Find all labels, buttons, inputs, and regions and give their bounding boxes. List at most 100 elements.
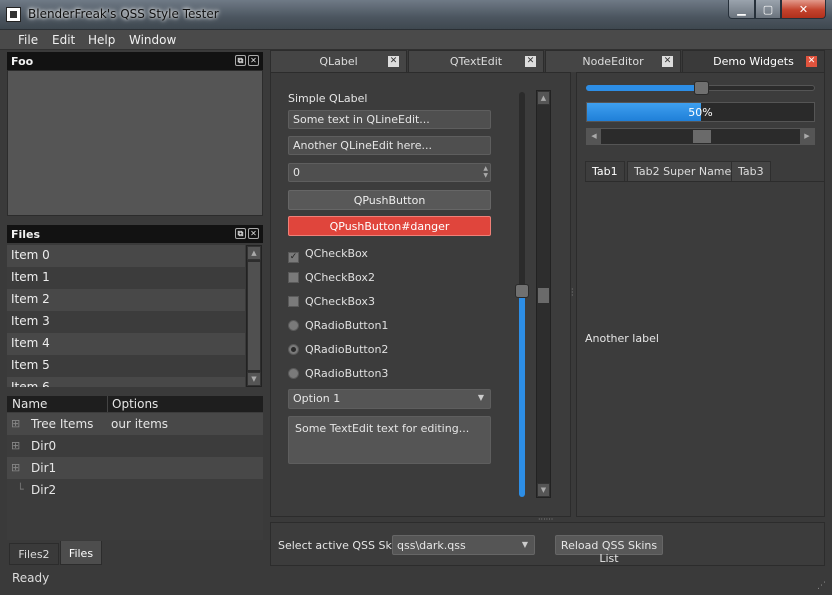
tree-item-name: Dir2 — [31, 483, 57, 497]
checkbox-icon[interactable] — [288, 272, 299, 283]
chevron-down-icon[interactable]: ▼ — [522, 540, 528, 549]
scroll-up-icon[interactable]: ▲ — [537, 91, 550, 105]
radio-3[interactable]: QRadioButton3 — [288, 367, 388, 380]
line-edit-1[interactable]: Some text in QLineEdit... — [288, 110, 491, 129]
menu-help[interactable]: Help — [88, 33, 115, 47]
subtab-tab1[interactable]: Tab1 — [585, 161, 625, 181]
splitter-handle-icon[interactable]: · · · — [571, 286, 574, 300]
checkbox-label: QCheckBox2 — [305, 271, 375, 284]
close-tab-icon[interactable]: ✕ — [525, 56, 536, 67]
checkbox-label: QCheckBox — [305, 247, 368, 260]
tab-nodeeditor[interactable]: NodeEditor ✕ — [545, 50, 681, 72]
tree-row[interactable]: ⊞ Tree Items our items — [7, 413, 263, 435]
subtab-tab3[interactable]: Tab3 — [731, 161, 771, 181]
radio-1[interactable]: QRadioButton1 — [288, 319, 388, 332]
tree-header: Name Options — [7, 396, 263, 412]
menu-window[interactable]: Window — [129, 33, 176, 47]
reload-skins-button[interactable]: Reload QSS Skins List — [555, 535, 663, 565]
checkbox-1[interactable]: ✓ QCheckBox — [288, 247, 368, 263]
tree-row[interactable]: ⊞ Dir1 — [7, 457, 263, 479]
maximize-icon: ▢ — [762, 2, 774, 16]
close-tab-icon[interactable]: ✕ — [662, 56, 673, 67]
maximize-button[interactable]: ▢ — [755, 0, 781, 19]
scroll-handle[interactable] — [693, 130, 711, 143]
app-icon[interactable] — [6, 7, 21, 22]
scroll-up-icon[interactable]: ▲ — [247, 246, 261, 260]
tab-files[interactable]: Files — [60, 541, 102, 565]
spinbox[interactable]: 0 ▲ ▼ — [288, 163, 491, 182]
radio-2[interactable]: QRadioButton2 — [288, 343, 388, 356]
menu-file[interactable]: File — [18, 33, 38, 47]
foo-dock-title[interactable]: Foo ⧉ ✕ — [7, 52, 263, 70]
push-button[interactable]: QPushButton — [288, 190, 491, 210]
horizontal-scrollbar[interactable]: ◀ ▶ — [586, 128, 815, 145]
vertical-slider-handle[interactable] — [515, 284, 529, 298]
title-bar[interactable]: BlenderFreak's QSS Style Tester ▁ ▢ ✕ — [0, 0, 832, 30]
chevron-down-icon[interactable]: ▼ — [478, 393, 484, 402]
radio-icon[interactable] — [288, 320, 299, 331]
combo-box[interactable]: Option 1 ▼ — [288, 389, 491, 409]
tab-qtextedit[interactable]: QTextEdit ✕ — [408, 50, 544, 72]
checkbox-checked-icon[interactable]: ✓ — [288, 252, 299, 263]
close-dock-icon[interactable]: ✕ — [248, 228, 259, 239]
tree-view[interactable]: Name Options ⊞ Tree Items our items ⊞ Di… — [7, 396, 263, 540]
scroll-handle[interactable] — [538, 288, 549, 303]
files-list[interactable]: Item 0 Item 1 Item 2 Item 3 Item 4 Item … — [7, 245, 245, 387]
tree-item-name: Dir0 — [31, 439, 57, 453]
radio-checked-icon[interactable] — [288, 344, 299, 355]
close-dock-icon[interactable]: ✕ — [248, 55, 259, 66]
line-edit-2[interactable]: Another QLineEdit here... — [288, 136, 491, 155]
list-item[interactable]: Item 3 — [7, 311, 245, 333]
tree-item-name: Tree Items — [31, 417, 94, 431]
status-text: Ready — [12, 571, 50, 585]
tab-files2[interactable]: Files2 — [9, 543, 59, 565]
list-item[interactable]: Item 2 — [7, 289, 245, 311]
tree-row[interactable]: └ Dir2 — [7, 479, 263, 501]
expand-icon[interactable]: ⊞ — [11, 439, 20, 452]
menu-edit[interactable]: Edit — [52, 33, 75, 47]
list-item[interactable]: Item 0 — [7, 245, 245, 267]
tab-demo-widgets[interactable]: Demo Widgets ✕ — [682, 50, 825, 72]
text-edit[interactable]: Some TextEdit text for editing... — [288, 416, 491, 464]
list-item[interactable]: Item 6 — [7, 377, 245, 387]
expand-icon[interactable]: ⊞ — [11, 461, 20, 474]
spin-arrows-icon[interactable]: ▲ ▼ — [483, 165, 488, 179]
list-item[interactable]: Item 1 — [7, 267, 245, 289]
scroll-right-icon[interactable]: ▶ — [800, 129, 814, 144]
scroll-down-icon[interactable]: ▼ — [537, 483, 550, 497]
danger-button[interactable]: QPushButton#danger — [288, 216, 491, 236]
tree-row[interactable]: ⊞ Dir0 — [7, 435, 263, 457]
scroll-handle[interactable] — [248, 262, 260, 370]
checkbox-2[interactable]: QCheckBox2 — [288, 271, 375, 284]
checkbox-icon[interactable] — [288, 296, 299, 307]
files-dock-title[interactable]: Files ⧉ ✕ — [7, 225, 263, 243]
close-tab-icon[interactable]: ✕ — [388, 56, 399, 67]
simple-qlabel: Simple QLabel — [288, 92, 368, 105]
skin-combo[interactable]: qss\dark.qss ▼ — [392, 535, 535, 555]
progress-text: 50% — [688, 106, 713, 119]
close-tab-icon[interactable]: ✕ — [806, 56, 817, 67]
files-scrollbar[interactable]: ▲ ▼ — [246, 245, 262, 387]
horizontal-slider-handle[interactable] — [694, 81, 709, 95]
spinbox-value: 0 — [293, 166, 300, 179]
close-button[interactable]: ✕ — [781, 0, 826, 19]
float-dock-icon[interactable]: ⧉ — [235, 228, 246, 239]
list-item[interactable]: Item 5 — [7, 355, 245, 377]
close-icon: ✕ — [798, 2, 809, 16]
radio-icon[interactable] — [288, 368, 299, 379]
scroll-down-icon[interactable]: ▼ — [247, 372, 261, 386]
size-grip-icon[interactable]: ⋰ — [817, 581, 826, 591]
tree-header-name[interactable]: Name — [12, 397, 47, 411]
tab-qlabel[interactable]: QLabel ✕ — [270, 50, 407, 72]
float-dock-icon[interactable]: ⧉ — [235, 55, 246, 66]
vertical-scrollbar[interactable]: ▲ ▼ — [536, 90, 551, 498]
foo-dock-label: Foo — [11, 55, 34, 68]
scroll-left-icon[interactable]: ◀ — [587, 129, 601, 144]
checkbox-3[interactable]: QCheckBox3 — [288, 295, 375, 308]
expand-icon[interactable]: ⊞ — [11, 417, 20, 430]
list-item[interactable]: Item 4 — [7, 333, 245, 355]
minimize-button[interactable]: ▁ — [728, 0, 755, 19]
subtab-tab2[interactable]: Tab2 Super Name — [627, 161, 739, 181]
tree-header-options[interactable]: Options — [112, 397, 158, 411]
menu-bar: File Edit Help Window — [0, 30, 832, 50]
